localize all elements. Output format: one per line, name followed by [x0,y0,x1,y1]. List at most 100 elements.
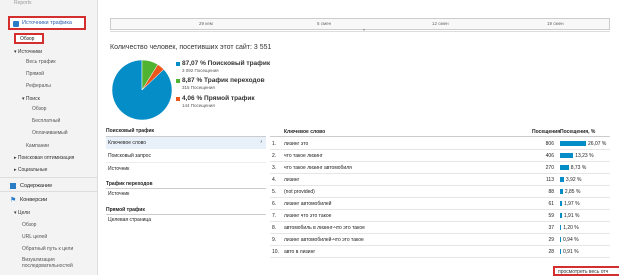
sidebar-item-paid[interactable]: Оплачиваемый [32,130,68,136]
goals-header[interactable]: ▾ Цели [14,210,30,216]
pct-value: 3,92 % [565,177,582,183]
pct-value: 13,23 % [575,153,594,159]
sidebar-item-campaigns[interactable]: Кампании [26,143,49,149]
legend-entry[interactable]: 87,07 % Поисковый трафик 3 092 Посещения [176,60,316,76]
sidebar-item-search-optimization[interactable]: ▸ Поисковая оптимизация [14,155,74,161]
table-row[interactable]: 8. автомобиль в лизинг-что это такое 37 1,2… [270,222,610,234]
visits-summary: Количество человек, посетивших этот сайт… [110,44,271,51]
flag-icon: ⚑ [10,197,17,204]
sidebar-item-reverse-goal-path[interactable]: Обратный путь к цели [22,246,73,252]
pct-value: 0,94 % [563,237,579,243]
table-row[interactable]: 10. авто в лизинг 28 0,91 % [270,246,610,258]
table-row[interactable]: 4. лизинг 113 3,92 % [270,174,610,186]
sidebar-item-direct[interactable]: Прямой [26,71,44,77]
sidebar-item-organic[interactable]: Бесплатный [32,118,60,124]
visits-value: 3 551 [253,44,272,51]
sidebar-item-referrals[interactable]: Рефералы [26,83,51,89]
timeline-label: 12 смен [432,21,449,26]
visits-value: 37 [548,225,554,231]
pct-bar [560,153,574,158]
pct-bar [560,141,586,146]
timeline-label: 5 смен [317,21,332,26]
visits-value: 270 [545,165,554,171]
pct-bar [560,237,561,242]
search-traffic-header: Поисковый трафик [106,128,155,134]
detail-left-menu: Поисковый трафик Ключевое слово › Поиско… [106,128,266,238]
pct-bar [560,225,562,230]
legend-visits: 144 Посещения [182,103,215,108]
visits-label: Количество человек, посетивших этот сайт… [110,44,252,51]
visits-value: 28 [548,249,554,255]
menu-item-source[interactable]: Источник [108,166,129,172]
menu-item-referral-source[interactable]: Источник [108,191,129,197]
pct-bar [560,177,564,182]
pct-value: 2,85 % [564,189,581,195]
sources-header[interactable]: ▾ Источники [14,49,42,55]
direct-traffic-header: Прямой трафик [106,207,145,213]
sidebar-item-social[interactable]: ▸ Социальные [14,167,47,173]
legend-swatch [176,97,180,101]
menu-item-landing-page[interactable]: Целевая страница [108,217,151,223]
search-header[interactable]: ▾ Поиск [22,96,40,102]
overview-label: Обзор [20,36,35,42]
timeline-label: 19 смен [547,21,564,26]
referral-traffic-header: Трафик переходов [106,181,153,187]
conversions-label: Конверсии [20,197,48,203]
visits-value: 806 [545,141,554,147]
pct-value: 1,97 % [563,201,580,207]
keywords-table: Ключевое слово Посещения Посещения, % 1.… [270,128,610,268]
table-row[interactable]: 9. лизинг автомобилей-что это такое 29 0,94… [270,234,610,246]
sidebar: Reports Источники трафика Обзор ▾ Источн… [0,0,98,275]
legend-label: 4,06 % Прямой трафик [182,95,255,102]
content-icon [10,183,16,189]
traffic-sources-label: Источники трафика [22,20,72,26]
sidebar-item-all-traffic[interactable]: Весь трафик [26,59,56,65]
visits-value: 113 [546,177,554,183]
legend-entry[interactable]: 4,06 % Прямой трафик 144 Посещения [176,95,316,111]
legend-visits: 3 092 Посещения [182,68,219,73]
traffic-pie-chart [111,59,173,121]
table-row[interactable]: 6. лизинг автомобилей 61 1,97 % [270,198,610,210]
visits-value: 88 [548,189,554,195]
pct-value: 1,20 % [563,225,579,231]
legend-swatch [176,79,180,83]
legend-label: 8,87 % Трафик переходов [182,77,265,84]
sidebar-item-search-overview[interactable]: Обзор [32,106,46,112]
sidebar-top-fragment: Reports [14,0,32,6]
chevron-right-icon: › [260,139,262,145]
conversions-section[interactable]: ⚑ Конверсии [8,195,96,207]
table-row[interactable]: 5. (not provided) 88 2,85 % [270,186,610,198]
pct-bar [560,213,562,218]
main-content: 29 кем 5 смен 12 смен 19 смен ▾ Количест… [98,0,619,276]
legend-visits: 315 Посещения [182,85,215,90]
sidebar-item-goals-overview[interactable]: Обзор [22,222,36,228]
menu-item-keyword[interactable]: Ключевое слово › [106,137,266,149]
pct-bar [560,249,561,254]
table-row[interactable]: 2. что такое лизинг 406 13,23 % [270,150,610,162]
pct-value: 0,91 % [563,249,579,255]
visits-value: 61 [548,201,554,207]
pie-legend: 87,07 % Поисковый трафик 3 092 Посещения 8… [176,60,316,120]
table-row[interactable]: 7. лизинг что это такое 59 1,91 % [270,210,610,222]
table-row[interactable]: 1. лизинг это 806 26,07 % [270,138,610,150]
table-row[interactable]: 3. что такое лизинг автомобиля 270 8,73 % [270,162,610,174]
pct-value: 26,07 % [588,141,607,147]
col-visits-header[interactable]: Посещения [532,129,560,135]
visits-value: 59 [548,213,554,219]
overview-item[interactable]: Обзор [14,33,44,44]
pct-bar [560,165,569,170]
visits-value: 406 [545,153,554,159]
timeline-chart[interactable]: 29 кем 5 смен 12 смен 19 смен ▾ [110,18,610,32]
pct-value: 1,91 % [563,213,580,219]
col-keyword-header[interactable]: Ключевое слово [284,129,325,135]
sidebar-item-goal-urls[interactable]: URL целей [22,234,47,240]
pct-bar [560,201,562,206]
menu-item-search-query[interactable]: Поисковый запрос [108,153,151,159]
sidebar-item-funnel-visualization[interactable]: Визуализация последовательностей [22,257,94,269]
content-label: Содержание [20,183,53,189]
traffic-sources-item[interactable]: Источники трафика [8,16,86,30]
legend-swatch [176,62,180,66]
pct-bar [560,189,563,194]
col-pct-header[interactable]: Посещения, % [560,129,595,135]
legend-entry[interactable]: 8,87 % Трафик переходов 315 Посещения [176,77,316,93]
